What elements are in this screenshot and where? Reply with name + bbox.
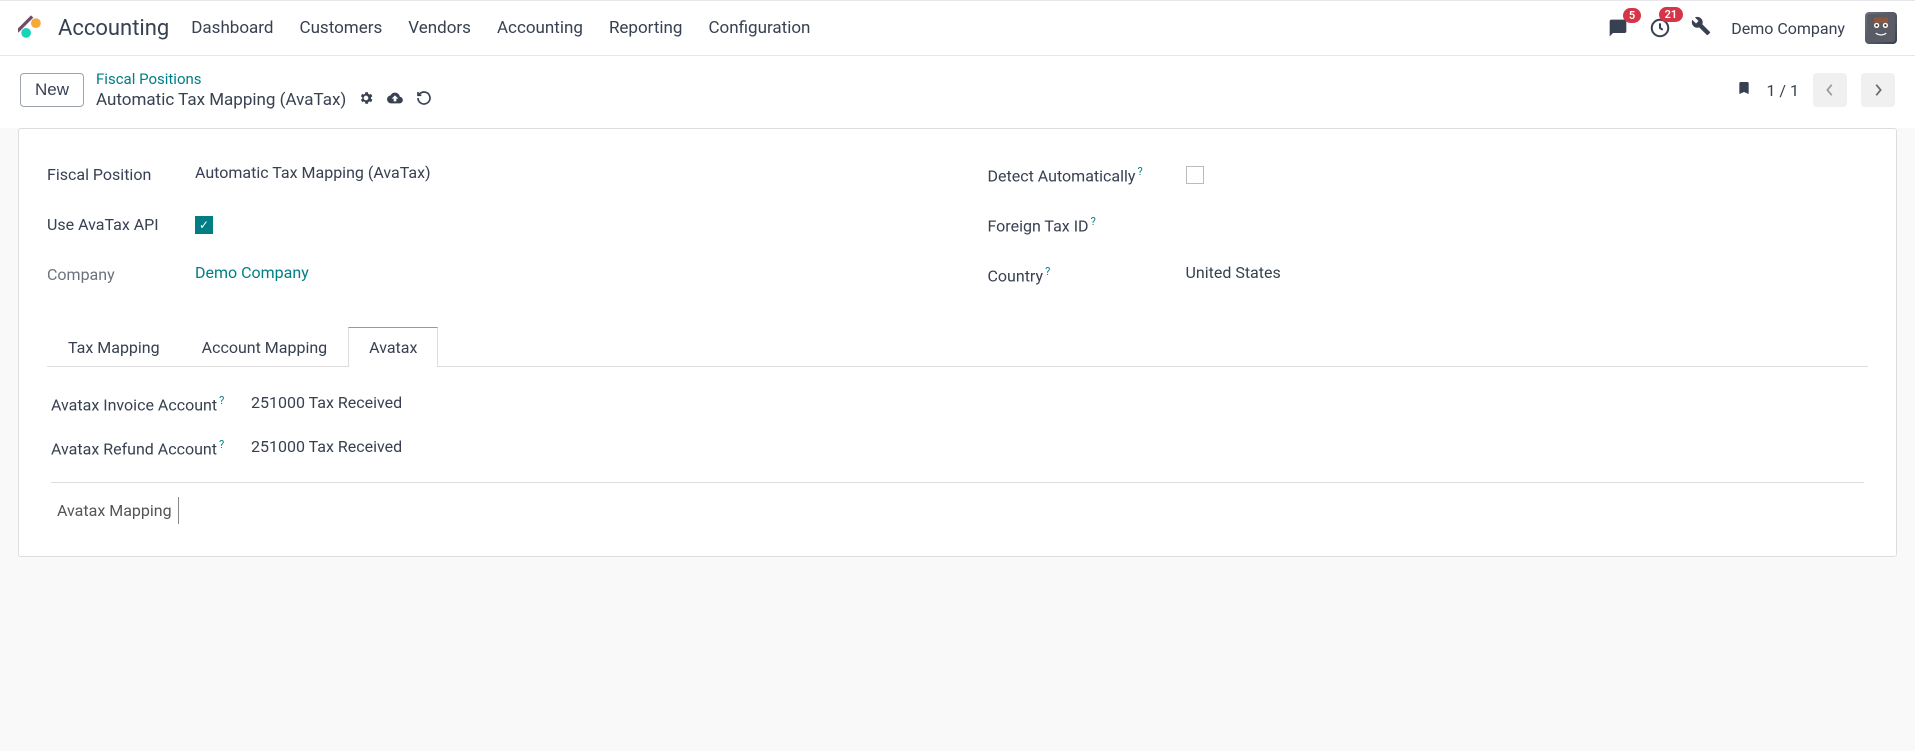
- foreign-tax-label: Foreign Tax ID?: [988, 213, 1168, 235]
- tab-tax-mapping[interactable]: Tax Mapping: [47, 327, 181, 367]
- app-logo-icon[interactable]: [18, 15, 44, 41]
- pager-counter[interactable]: 1 / 1: [1766, 81, 1799, 100]
- fiscal-position-value[interactable]: Automatic Tax Mapping (AvaTax): [195, 163, 431, 182]
- company-value[interactable]: Demo Company: [195, 263, 309, 282]
- nav-vendors[interactable]: Vendors: [408, 18, 471, 38]
- chevron-right-icon: [1873, 83, 1883, 97]
- messages-button[interactable]: 5: [1607, 18, 1629, 38]
- country-label: Country?: [988, 263, 1168, 285]
- tab-bar: Tax Mapping Account Mapping Avatax: [47, 327, 1868, 367]
- detect-automatically-checkbox[interactable]: [1186, 166, 1204, 184]
- pager-next-button[interactable]: [1861, 73, 1895, 107]
- nav-reporting[interactable]: Reporting: [609, 18, 683, 38]
- tab-content-avatax: Avatax Invoice Account? 251000 Tax Recei…: [47, 367, 1868, 536]
- avatax-refund-account-value[interactable]: 251000 Tax Received: [251, 437, 402, 456]
- help-icon[interactable]: ?: [1137, 165, 1142, 178]
- tab-avatax[interactable]: Avatax: [348, 327, 438, 367]
- user-avatar[interactable]: [1865, 12, 1897, 44]
- new-button[interactable]: New: [20, 73, 84, 107]
- activities-button[interactable]: 21: [1649, 17, 1671, 39]
- fiscal-position-label: Fiscal Position: [47, 163, 177, 184]
- use-avatax-checkbox[interactable]: ✓: [195, 216, 213, 234]
- breadcrumb-parent-link[interactable]: Fiscal Positions: [96, 70, 432, 88]
- tab-account-mapping[interactable]: Account Mapping: [181, 327, 349, 367]
- chevron-left-icon: [1825, 83, 1835, 97]
- help-icon[interactable]: ?: [1091, 215, 1096, 228]
- detect-automatically-label: Detect Automatically?: [988, 163, 1168, 185]
- breadcrumb: Fiscal Positions Automatic Tax Mapping (…: [96, 70, 432, 110]
- country-value[interactable]: United States: [1186, 263, 1281, 282]
- cloud-upload-icon[interactable]: [386, 90, 404, 110]
- nav-accounting[interactable]: Accounting: [497, 18, 583, 38]
- company-label: Company: [47, 263, 177, 284]
- activities-badge: 21: [1659, 7, 1684, 22]
- avatax-invoice-account-value[interactable]: 251000 Tax Received: [251, 393, 402, 412]
- section-divider: [51, 482, 1864, 483]
- app-title[interactable]: Accounting: [58, 16, 169, 41]
- form-sheet: Fiscal Position Automatic Tax Mapping (A…: [18, 128, 1897, 557]
- record-title: Automatic Tax Mapping (AvaTax): [96, 90, 346, 110]
- help-icon[interactable]: ?: [1045, 265, 1050, 278]
- avatax-mapping-section-title[interactable]: Avatax Mapping: [51, 497, 179, 524]
- undo-icon[interactable]: [416, 90, 432, 110]
- pager-prev-button[interactable]: [1813, 73, 1847, 107]
- help-icon[interactable]: ?: [219, 438, 224, 451]
- help-icon[interactable]: ?: [219, 394, 224, 407]
- tools-icon[interactable]: [1691, 16, 1711, 41]
- messages-badge: 5: [1623, 8, 1641, 23]
- bookmark-icon[interactable]: [1736, 79, 1752, 102]
- settings-gear-icon[interactable]: [358, 90, 374, 110]
- use-avatax-label: Use AvaTax API: [47, 213, 177, 234]
- nav-configuration[interactable]: Configuration: [708, 18, 810, 38]
- avatax-invoice-account-label: Avatax Invoice Account?: [51, 393, 251, 417]
- avatax-refund-account-label: Avatax Refund Account?: [51, 437, 251, 461]
- nav-dashboard[interactable]: Dashboard: [191, 18, 273, 38]
- nav-customers[interactable]: Customers: [300, 18, 383, 38]
- company-selector[interactable]: Demo Company: [1731, 19, 1845, 38]
